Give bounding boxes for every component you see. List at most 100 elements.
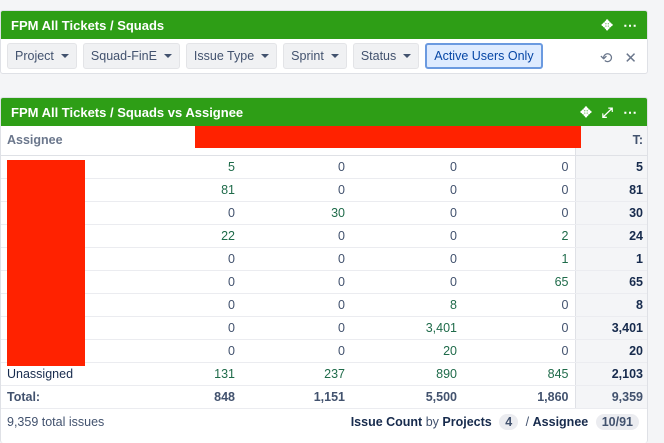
count-cell[interactable]: 0 — [121, 293, 241, 317]
count-cell[interactable]: 131 — [121, 362, 241, 386]
count-cell[interactable]: 0 — [241, 247, 351, 271]
table-row: 50005 — [1, 155, 647, 179]
count-cell[interactable]: 0 — [241, 316, 351, 340]
count-cell[interactable]: 0 — [463, 178, 575, 202]
refresh-icon[interactable]: ⟲ — [600, 49, 613, 67]
count-cell[interactable]: 890 — [351, 362, 463, 386]
count-cell[interactable]: 3,401 — [351, 316, 463, 340]
count-cell[interactable]: 81 — [121, 178, 241, 202]
table-row: dents003,40103,401 — [1, 316, 647, 340]
metric-label[interactable]: Issue Count — [351, 415, 423, 429]
count-cell[interactable]: 0 — [351, 155, 463, 179]
count-cell[interactable]: 0 — [351, 247, 463, 271]
count-cell[interactable]: 65 — [463, 270, 575, 294]
filter-label: Sprint — [291, 49, 324, 63]
row-total-cell: 20 — [574, 339, 647, 363]
count-cell[interactable]: 0 — [241, 339, 351, 363]
column-total-cell: 848 — [121, 384, 241, 409]
count-cell[interactable]: 0 — [121, 316, 241, 340]
count-cell[interactable]: 0 — [463, 293, 575, 317]
redaction-block — [195, 126, 581, 148]
projects-count-badge: 4 — [499, 414, 519, 430]
row-total-cell: 1 — [574, 247, 647, 271]
filter-label: Issue Type — [193, 49, 255, 63]
total-label: Total: — [1, 384, 121, 409]
column-total-cell: 1,151 — [241, 384, 351, 409]
count-cell[interactable]: 237 — [241, 362, 351, 386]
count-cell[interactable]: 0 — [351, 178, 463, 202]
count-cell[interactable]: 845 — [463, 362, 575, 386]
count-cell[interactable]: 0 — [241, 293, 351, 317]
count-cell[interactable]: 0 — [121, 201, 241, 225]
row-total-cell: 2,103 — [574, 362, 647, 386]
row-total-cell: 3,401 — [574, 316, 647, 340]
count-cell[interactable]: 0 — [463, 339, 575, 363]
chevron-down-icon — [330, 54, 339, 58]
move-icon[interactable]: ✥ — [601, 17, 613, 34]
table-row: dakis [X]0020020 — [1, 339, 647, 363]
table-row: Unassigned 131 237 890 845 2,103 — [1, 362, 647, 386]
chevron-down-icon — [163, 54, 172, 58]
count-cell[interactable]: 0 — [241, 224, 351, 248]
gadget-title: FPM All Tickets / Squads vs Assignee — [11, 104, 244, 120]
count-cell[interactable]: 0 — [121, 270, 241, 294]
count-cell[interactable]: 1 — [463, 247, 575, 271]
count-cell[interactable]: 0 — [463, 316, 575, 340]
count-cell[interactable]: 0 — [463, 155, 575, 179]
count-cell[interactable]: 0 — [463, 201, 575, 225]
count-cell[interactable]: 0 — [351, 201, 463, 225]
count-cell[interactable]: 0 — [351, 224, 463, 248]
grand-total-cell: 9,359 — [574, 384, 647, 409]
count-cell[interactable]: 0 — [241, 155, 351, 179]
column-header-total[interactable]: T: — [574, 126, 647, 156]
count-cell[interactable]: 22 — [121, 224, 241, 248]
column-total-cell: 5,500 — [351, 384, 463, 409]
redaction-block — [7, 160, 85, 366]
projects-label[interactable]: Projects — [442, 415, 491, 429]
move-icon[interactable]: ✥ — [580, 104, 592, 121]
filter-project[interactable]: Project — [7, 43, 77, 69]
count-cell[interactable]: 8 — [351, 293, 463, 317]
table-body: 500058100081t03000302200224h [X]00011i00… — [1, 155, 647, 409]
table-row: 00808 — [1, 293, 647, 317]
count-cell[interactable]: 30 — [241, 201, 351, 225]
filter-issue-type[interactable]: Issue Type — [185, 43, 278, 69]
gadget-squads-vs-assignee: FPM All Tickets / Squads vs Assignee ✥ ⤢… — [0, 97, 648, 443]
active-users-toggle[interactable]: Active Users Only — [425, 43, 543, 69]
gadget-title: FPM All Tickets / Squads — [11, 17, 165, 33]
gadget-footer: 9,359 total issues Issue Count by Projec… — [1, 410, 647, 434]
more-icon[interactable]: ⋯ — [623, 17, 637, 34]
row-total-cell: 81 — [574, 178, 647, 202]
close-icon[interactable]: ✕ — [624, 49, 637, 67]
table-row: i0006565 — [1, 270, 647, 294]
more-icon[interactable]: ⋯ — [623, 104, 637, 121]
count-cell[interactable]: 5 — [121, 155, 241, 179]
expand-icon[interactable]: ⤢ — [602, 104, 613, 121]
column-header-assignee[interactable]: Assignee — [1, 126, 121, 156]
filter-sprint[interactable]: Sprint — [283, 43, 347, 69]
filter-label: Project — [15, 49, 54, 63]
total-issues-text: 9,359 total issues — [7, 415, 105, 429]
filter-squad[interactable]: Squad-FinE — [82, 43, 180, 69]
gadget-header: FPM All Tickets / Squads vs Assignee ✥ ⤢… — [1, 98, 647, 126]
two-dimensional-table: Assignee T: 500058100081t03000302200224h… — [1, 126, 647, 409]
count-cell[interactable]: 0 — [241, 178, 351, 202]
count-cell[interactable]: 2 — [463, 224, 575, 248]
table-row: 22 0 0 2 24 — [1, 224, 647, 248]
row-total-cell: 24 — [574, 224, 647, 248]
assignee-label[interactable]: Assignee — [533, 415, 589, 429]
by-text: by — [425, 415, 439, 429]
count-cell[interactable]: 0 — [351, 270, 463, 294]
table-row: h [X]00011 — [1, 247, 647, 271]
count-cell[interactable]: 0 — [241, 270, 351, 294]
count-cell[interactable]: 0 — [121, 339, 241, 363]
table-row: t0300030 — [1, 201, 647, 225]
table-row: 81 0 0 0 81 — [1, 178, 647, 202]
row-total-cell: 65 — [574, 270, 647, 294]
total-row: Total: 848 1,151 5,500 1,860 9,359 — [1, 384, 647, 409]
count-cell[interactable]: 20 — [351, 339, 463, 363]
row-total-cell: 8 — [574, 293, 647, 317]
filter-status[interactable]: Status — [352, 43, 420, 69]
count-cell[interactable]: 0 — [121, 247, 241, 271]
row-total-cell: 5 — [574, 155, 647, 179]
